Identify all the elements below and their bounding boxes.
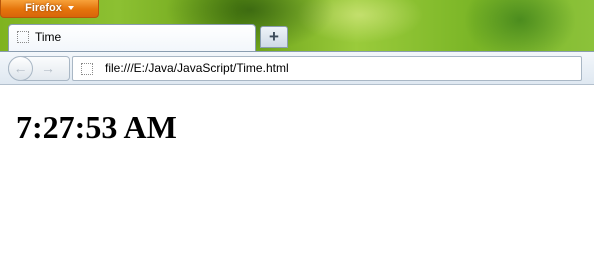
address-bar[interactable]: file:///E:/Java/JavaScript/Time.html bbox=[72, 56, 582, 81]
time-heading: 7:27:53 AM bbox=[16, 109, 177, 145]
firefox-menu-button[interactable]: Firefox bbox=[0, 0, 99, 18]
tab-time[interactable]: Time bbox=[8, 24, 256, 52]
back-forward-group: ← → bbox=[8, 56, 70, 81]
navigation-toolbar: ← → file:///E:/Java/JavaScript/Time.html bbox=[0, 51, 594, 85]
url-text[interactable]: file:///E:/Java/JavaScript/Time.html bbox=[105, 61, 289, 75]
tab-title: Time bbox=[35, 30, 62, 44]
forward-arrow-icon[interactable]: → bbox=[41, 60, 55, 76]
firefox-menu-label: Firefox bbox=[25, 2, 62, 14]
dropdown-arrow-icon bbox=[67, 6, 74, 11]
page-content: 7:27:53 AM bbox=[0, 85, 594, 259]
back-arrow-icon[interactable]: ← bbox=[8, 56, 33, 81]
blank-page-icon bbox=[81, 63, 93, 75]
blank-page-icon bbox=[17, 31, 29, 43]
new-tab-button[interactable]: + bbox=[260, 26, 288, 48]
browser-window: Firefox Time + ← → file:///E:/Java/JavaS… bbox=[0, 0, 594, 259]
